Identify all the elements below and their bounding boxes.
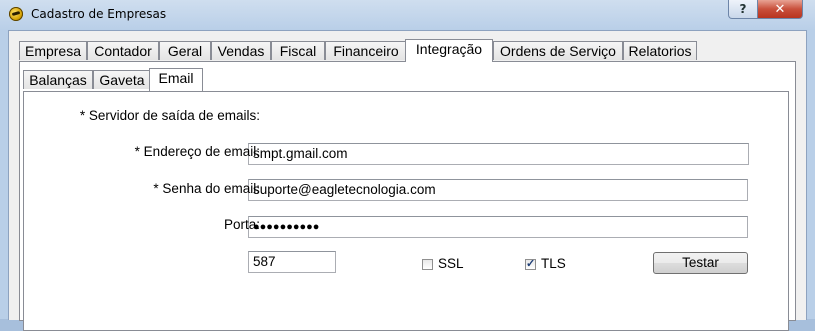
- email-panel: * Servidor de saída de emails: smpt.gmai…: [23, 91, 789, 331]
- close-icon: ✕: [774, 1, 786, 17]
- tls-checkbox[interactable]: ✓: [525, 258, 536, 270]
- window-title: Cadastro de Empresas: [31, 7, 167, 21]
- tls-label: TLS: [541, 256, 566, 271]
- tab-empresa[interactable]: Empresa: [19, 41, 87, 60]
- app-window: Cadastro de Empresas ? ✕ Empresa Contado…: [0, 0, 815, 331]
- tab-fiscal[interactable]: Fiscal: [271, 41, 325, 60]
- tab-vendas[interactable]: Vendas: [211, 41, 271, 60]
- tab-geral[interactable]: Geral: [159, 41, 211, 60]
- tab-ordens-de-servico[interactable]: Ordens de Serviço: [493, 41, 623, 60]
- test-button[interactable]: Testar: [653, 252, 748, 274]
- checkmark-icon: ✓: [526, 258, 536, 270]
- title-bar[interactable]: Cadastro de Empresas ? ✕: [0, 0, 815, 30]
- password-label: * Senha do email:: [153, 181, 260, 196]
- server-field[interactable]: smpt.gmail.com: [248, 143, 749, 165]
- eagle-logo-icon: [9, 7, 23, 21]
- email-address-field[interactable]: suporte@eagletecnologia.com: [248, 179, 748, 201]
- tab-balancas[interactable]: Balanças: [23, 70, 93, 89]
- ssl-checkbox[interactable]: [422, 259, 433, 270]
- tab-email[interactable]: Email: [149, 68, 203, 91]
- integracao-panel: Balanças Gaveta Email * Servidor de saíd…: [19, 61, 796, 331]
- close-button[interactable]: ✕: [757, 0, 803, 19]
- address-label: * Endereço de email:: [134, 144, 260, 159]
- port-field[interactable]: 587: [248, 251, 336, 273]
- tab-contador[interactable]: Contador: [87, 41, 159, 60]
- tab-financeiro[interactable]: Financeiro: [325, 41, 407, 60]
- server-label: * Servidor de saída de emails:: [79, 108, 260, 123]
- port-label: Porta:: [223, 217, 260, 232]
- client-area: Empresa Contador Geral Vendas Fiscal Fin…: [8, 30, 807, 331]
- ssl-label: SSL: [438, 256, 464, 271]
- password-field[interactable]: ●●●●●●●●●●: [248, 216, 748, 238]
- tab-gaveta[interactable]: Gaveta: [93, 70, 151, 89]
- tab-integracao[interactable]: Integração: [405, 39, 493, 62]
- tab-relatorios[interactable]: Relatorios: [623, 41, 697, 60]
- help-button[interactable]: ?: [728, 0, 758, 19]
